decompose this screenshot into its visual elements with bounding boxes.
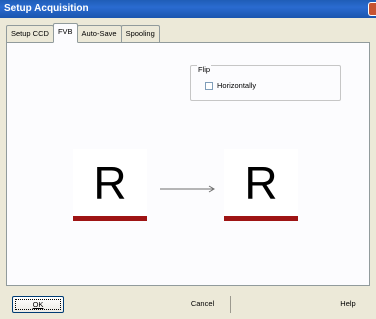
flip-horizontally-checkbox[interactable]: [205, 81, 213, 90]
cancel-button-label: Cancel: [190, 299, 215, 308]
tab-bar: Setup CCD FVB Auto-Save Spooling: [6, 22, 160, 43]
arrow-right-icon: [160, 185, 215, 193]
close-icon[interactable]: [368, 2, 376, 16]
tab-setup-ccd[interactable]: Setup CCD: [6, 25, 54, 42]
tab-fvb[interactable]: FVB: [52, 23, 78, 43]
flip-horizontally-label[interactable]: Horizontally: [217, 81, 256, 90]
preview-original-letter: R: [93, 156, 127, 209]
preview-result-card: R: [224, 149, 298, 221]
preview-result-letter: R: [244, 156, 278, 209]
flip-group: Flip Horizontally: [190, 65, 341, 101]
preview-original-card: R: [73, 149, 147, 221]
cancel-button[interactable]: Cancel: [175, 296, 231, 313]
flip-group-label: Flip: [197, 65, 212, 74]
ok-button[interactable]: OK: [12, 296, 64, 313]
tab-panel: Flip Horizontally R R: [6, 42, 370, 286]
tab-auto-save[interactable]: Auto-Save: [76, 25, 122, 42]
help-button-label: Help: [340, 299, 356, 308]
ok-button-label: OK: [32, 300, 44, 309]
help-button[interactable]: Help: [330, 296, 366, 313]
window-title: Setup Acquisition: [4, 3, 89, 14]
title-bar: Setup Acquisition: [0, 0, 376, 18]
tab-spooling[interactable]: Spooling: [120, 25, 160, 42]
flip-horizontally-row[interactable]: Horizontally: [205, 81, 256, 90]
